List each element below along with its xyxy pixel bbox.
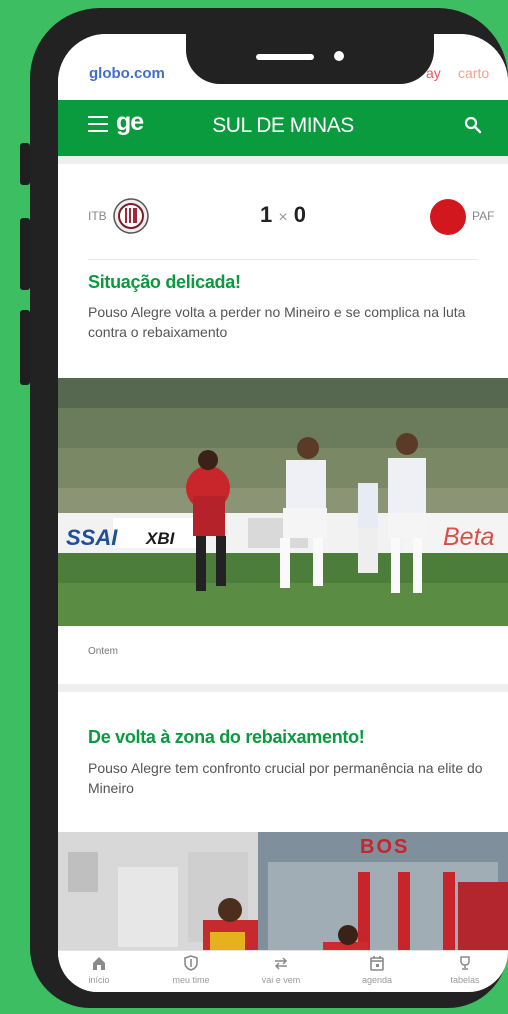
away-team-abbr: PAF xyxy=(472,209,495,223)
globo-link[interactable]: globo.com xyxy=(89,65,165,82)
menu-icon[interactable] xyxy=(88,116,108,134)
banner-text-ssai: SSAI xyxy=(66,525,118,550)
article-summary[interactable]: Pouso Alegre tem confronto crucial por p… xyxy=(88,758,483,798)
divider xyxy=(88,259,478,260)
tab-label: meu time xyxy=(172,975,210,985)
section-title[interactable]: SUL DE MINAS xyxy=(198,114,368,138)
notch-camera xyxy=(334,51,344,61)
article-card-1[interactable]: ITB 1 × 0 PAF Situação delicada! Pouso A… xyxy=(58,164,508,684)
ge-logo[interactable]: ge xyxy=(116,108,144,137)
search-icon[interactable] xyxy=(464,116,482,134)
match-result: 1 × 0 xyxy=(248,202,318,228)
tab-vai-e-vem[interactable]: vai e vem xyxy=(246,955,316,985)
phone-frame: globo.com ay carto ge SUL DE MINAS ITB 1… xyxy=(30,8,508,1008)
calendar-icon xyxy=(370,956,384,971)
article-headline[interactable]: Situação delicada! xyxy=(88,272,241,293)
article-photo[interactable]: SSAI XBI Beta xyxy=(58,378,508,626)
tab-label: início xyxy=(88,975,110,985)
home-score: 1 xyxy=(259,202,273,227)
banner-text-xbi: XBI xyxy=(146,529,175,548)
banner-text-beta: Beta xyxy=(443,523,495,551)
match-score[interactable]: ITB 1 × 0 PAF xyxy=(58,197,508,237)
away-score: 0 xyxy=(293,202,307,227)
transfer-icon xyxy=(274,957,288,970)
shield-icon xyxy=(184,955,198,971)
site-header: ge SUL DE MINAS xyxy=(58,100,508,156)
notch-speaker xyxy=(256,54,314,60)
phone-side-button-volume-down xyxy=(20,310,30,385)
article-headline[interactable]: De volta à zona do rebaixamento! xyxy=(88,727,365,748)
article-date: Ontem xyxy=(88,646,119,657)
home-team-crest-icon xyxy=(113,198,149,234)
banner-text-bos: BOS xyxy=(360,836,410,858)
tab-meu-time[interactable]: meu time xyxy=(156,955,226,985)
article-card-2[interactable]: De volta à zona do rebaixamento! Pouso A… xyxy=(58,692,508,992)
tab-inicio[interactable]: início xyxy=(64,955,134,985)
away-team-crest-icon xyxy=(430,199,466,235)
home-team-abbr: ITB xyxy=(88,209,107,223)
score-separator: × xyxy=(278,209,288,226)
phone-notch xyxy=(186,34,434,84)
match-photo-image xyxy=(58,378,508,626)
trophy-icon xyxy=(460,956,470,970)
cartola-link[interactable]: carto xyxy=(458,65,489,81)
phone-screen: globo.com ay carto ge SUL DE MINAS ITB 1… xyxy=(58,34,508,992)
phone-side-button-mute xyxy=(20,143,30,185)
article-summary[interactable]: Pouso Alegre volta a perder no Mineiro e… xyxy=(88,302,483,342)
bottom-tab-bar: início meu time vai e vem agenda tabelas xyxy=(58,950,508,992)
tab-label: vai e vem xyxy=(261,975,301,985)
home-icon xyxy=(93,957,105,970)
phone-side-button-volume-up xyxy=(20,218,30,290)
tab-tabelas[interactable]: tabelas xyxy=(430,955,500,985)
tab-label: tabelas xyxy=(450,975,480,985)
tab-agenda[interactable]: agenda xyxy=(342,955,412,985)
tab-label: agenda xyxy=(361,975,393,985)
